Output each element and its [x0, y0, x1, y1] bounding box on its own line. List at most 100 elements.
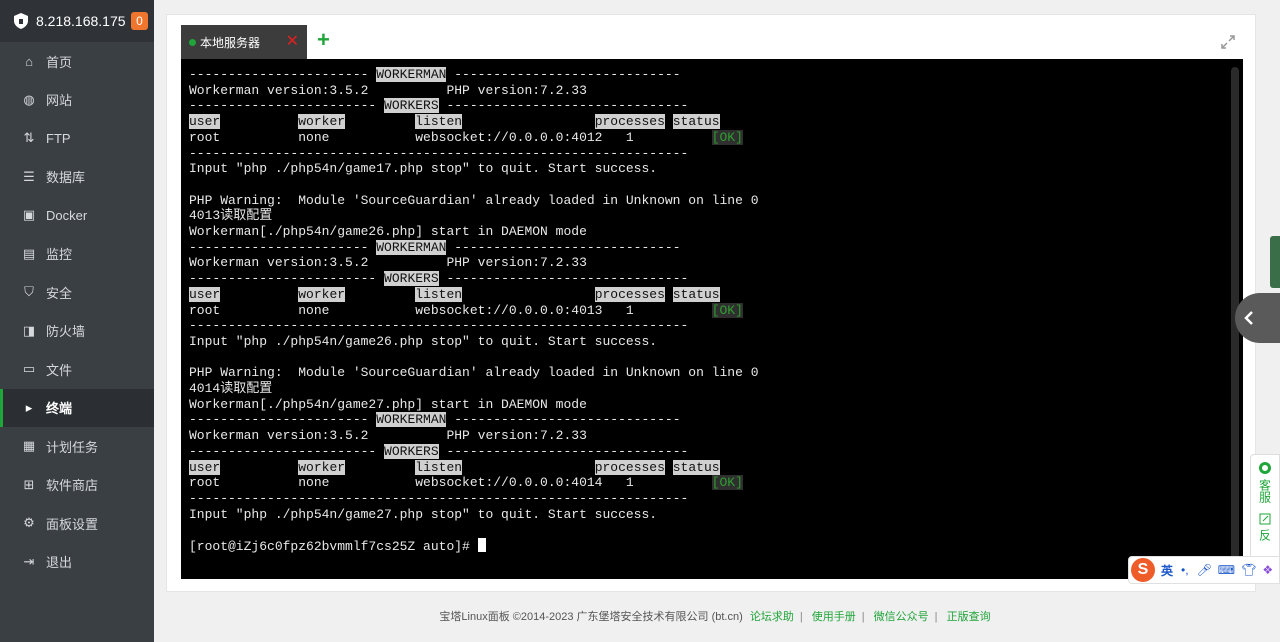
folder-icon: ▭: [22, 361, 36, 377]
terminal-line: user worker listen processes status: [189, 286, 720, 302]
ime-language[interactable]: 英: [1161, 562, 1173, 579]
footer-link-forum[interactable]: 论坛求助: [750, 611, 794, 623]
sidebar-item-12[interactable]: ⚙ 面板设置: [0, 504, 154, 543]
home-icon: ⌂: [25, 53, 33, 69]
terminal-line: root none websocket://0.0.0.0:4012 1 [OK…: [189, 129, 743, 145]
customer-service-widget[interactable]: 客服 反: [1250, 454, 1280, 566]
sidebar: 8.218.168.175 0 ⌂ 首页 ◍ 网站 ⇅ FTP ☰ 数据库 ▣ Docker ▤ 监控…: [0, 0, 154, 642]
terminal-line: Workerman version:3.5.2 PHP version:7.2.…: [189, 82, 587, 98]
sidebar-item-label: 数据库: [46, 170, 86, 186]
sidebar-item-5[interactable]: ▤ 监控: [0, 235, 154, 274]
terminal-line: user worker listen processes status: [189, 459, 720, 475]
monitor-icon: ▤: [22, 245, 36, 261]
footer-link-license[interactable]: 正版查询: [947, 611, 991, 623]
sidebar-item-label: 软件商店: [46, 478, 99, 494]
terminal-line: Input "php ./php54n/game26.php stop" to …: [189, 333, 658, 349]
sidebar-item-label: 安全: [46, 285, 73, 301]
footer-separator: |: [934, 611, 938, 623]
sidebar-item-2[interactable]: ⇅ FTP: [0, 119, 154, 158]
terminal-line: ----------------------- WORKERMAN ------…: [189, 412, 681, 428]
keyboard-icon[interactable]: ⌨: [1218, 563, 1235, 577]
docker-icon: ▣: [22, 207, 36, 223]
database-icon: ☰: [23, 168, 35, 184]
terminal-line: root none websocket://0.0.0.0:4013 1 [OK…: [189, 302, 743, 318]
skin-icon[interactable]: 👕︎: [1241, 563, 1256, 577]
logo-icon: [14, 13, 28, 29]
terminal-icon: ▸: [25, 399, 33, 415]
terminal-line: ----------------------------------------…: [189, 145, 689, 161]
footer-separator: |: [861, 611, 865, 623]
fullscreen-icon[interactable]: [1219, 33, 1237, 51]
terminal-line: PHP Warning: Module 'SourceGuardian' alr…: [189, 365, 759, 381]
sidebar-menu: ⌂ 首页 ◍ 网站 ⇅ FTP ☰ 数据库 ▣ Docker ▤ 监控 ⛉ 安全 ◨ 防火墙 ▭ 文件 ▸ 终端 ▦ 计划…: [0, 42, 154, 581]
chevron-left-icon: [1244, 311, 1253, 325]
terminal-line: PHP Warning: Module 'SourceGuardian' alr…: [189, 192, 759, 208]
footer: 宝塔Linux面板 ©2014-2023 广东堡塔安全技术有限公司 (bt.cn…: [154, 608, 1280, 634]
terminal-cursor: [477, 538, 486, 553]
ftp-icon: ⇅: [23, 130, 35, 146]
sidebar-item-3[interactable]: ☰ 数据库: [0, 158, 154, 197]
calendar-icon: ▦: [22, 438, 36, 454]
terminal-line: ----------------------- WORKERMAN ------…: [189, 239, 681, 255]
terminal-line: ------------------------ WORKERS -------…: [189, 271, 689, 287]
terminal-line: ----------------------- WORKERMAN ------…: [189, 67, 681, 82]
terminal-screen[interactable]: ----------------------- WORKERMAN ------…: [181, 59, 1243, 579]
shield-icon: ⛉: [24, 284, 34, 300]
tab-label: 本地服务器: [200, 35, 261, 50]
ime-toolbar[interactable]: S 英 •, 🎤︎ ⌨ 👕︎ ❖: [1128, 556, 1280, 584]
footer-link-manual[interactable]: 使用手册: [812, 611, 856, 623]
headset-icon: [1259, 462, 1271, 474]
tab-local-server[interactable]: 本地服务器 ✕: [181, 25, 307, 59]
punctuation-icon[interactable]: •,: [1181, 563, 1189, 577]
sidebar-item-label: 计划任务: [46, 439, 99, 455]
terminal-line: Workerman version:3.5.2 PHP version:7.2.…: [189, 428, 587, 444]
terminal-line: Input "php ./php54n/game27.php stop" to …: [189, 506, 658, 522]
terminal-line: 4014读取配置: [189, 381, 273, 397]
footer-link-wechat[interactable]: 微信公众号: [874, 611, 929, 623]
apps-icon: ⊞: [23, 476, 35, 492]
sidebar-item-label: Docker: [46, 207, 88, 223]
terminal-prompt: [root@iZj6c0fpz62bvmmlf7cs25Z auto]#: [189, 539, 478, 555]
sidebar-item-8[interactable]: ▭ 文件: [0, 350, 154, 389]
footer-separator: |: [799, 611, 803, 623]
terminal-line: 4013读取配置: [189, 208, 273, 224]
terminal-line: root none websocket://0.0.0.0:4014 1 [OK…: [189, 475, 743, 491]
service-label: 客服: [1257, 479, 1272, 503]
sidebar-item-label: 终端: [46, 401, 73, 417]
feedback-label: 反: [1257, 529, 1272, 541]
terminal-line: ------------------------ WORKERS -------…: [189, 443, 689, 459]
sidebar-item-label: FTP: [46, 130, 71, 146]
terminal-line: Workerman[./php54n/game27.php] start in …: [189, 396, 587, 412]
status-dot-icon: [189, 38, 196, 46]
collapse-button[interactable]: [1235, 293, 1280, 343]
close-tab-icon[interactable]: ✕: [286, 34, 299, 50]
sidebar-item-1[interactable]: ◍ 网站: [0, 81, 154, 120]
terminal-panel: 本地服务器 ✕ + ----------------------- WORKER…: [166, 14, 1256, 592]
sidebar-item-9[interactable]: ▸ 终端: [0, 388, 154, 427]
side-handle[interactable]: [1270, 236, 1280, 288]
logout-icon: ⇥: [23, 553, 35, 569]
sidebar-item-10[interactable]: ▦ 计划任务: [0, 427, 154, 466]
sidebar-item-0[interactable]: ⌂ 首页: [0, 42, 154, 81]
tab-bar: 本地服务器 ✕ +: [181, 25, 1241, 59]
notification-badge[interactable]: 0: [131, 12, 148, 30]
sidebar-item-label: 文件: [46, 362, 73, 378]
sidebar-item-11[interactable]: ⊞ 软件商店: [0, 466, 154, 505]
terminal-output: ----------------------- WORKERMAN ------…: [189, 67, 759, 555]
sidebar-item-7[interactable]: ◨ 防火墙: [0, 312, 154, 351]
sidebar-item-6[interactable]: ⛉ 安全: [0, 273, 154, 312]
sidebar-item-4[interactable]: ▣ Docker: [0, 196, 154, 235]
microphone-icon[interactable]: 🎤︎: [1197, 563, 1212, 577]
terminal-line: ------------------------ WORKERS -------…: [189, 98, 689, 114]
sidebar-item-13[interactable]: ⇥ 退出: [0, 543, 154, 582]
server-header: 8.218.168.175 0: [0, 0, 154, 42]
gear-icon: ⚙: [23, 515, 35, 531]
terminal-line: Input "php ./php54n/game17.php stop" to …: [189, 161, 658, 177]
toolbox-icon[interactable]: ❖: [1262, 563, 1273, 577]
add-tab-button[interactable]: +: [317, 29, 330, 51]
sogou-icon[interactable]: S: [1131, 558, 1155, 582]
edit-icon: [1259, 513, 1271, 525]
